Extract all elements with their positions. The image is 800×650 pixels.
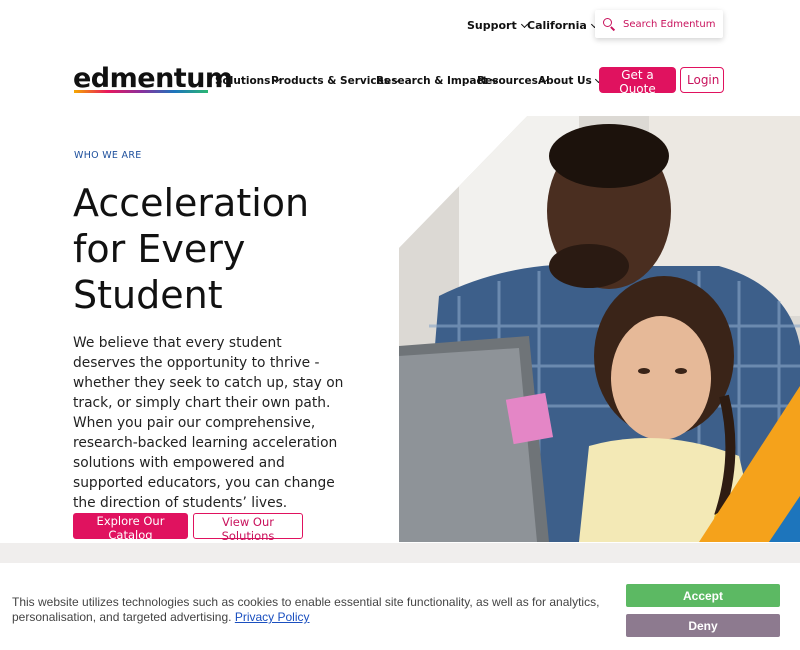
support-label: Support bbox=[467, 19, 517, 32]
explore-catalog-button[interactable]: Explore Our Catalog bbox=[73, 513, 188, 542]
nav-label: About Us bbox=[538, 75, 592, 87]
region-menu[interactable]: California bbox=[527, 19, 598, 32]
hero-photo bbox=[399, 116, 800, 542]
support-menu[interactable]: Support bbox=[467, 19, 528, 32]
privacy-policy-link[interactable]: Privacy Policy bbox=[235, 610, 310, 624]
nav-about-us[interactable]: About Us bbox=[538, 75, 602, 87]
search-input[interactable] bbox=[621, 17, 720, 31]
get-a-quote-button[interactable]: Get a Quote bbox=[599, 67, 676, 96]
nav-label: Resources bbox=[477, 75, 538, 87]
nav-label: Products & Services bbox=[271, 75, 390, 87]
logo-color-bar bbox=[74, 90, 208, 93]
nav-label: Research & Impact bbox=[376, 75, 488, 87]
nav-resources[interactable]: Resources bbox=[477, 75, 548, 87]
nav-solutions[interactable]: Solutions bbox=[215, 75, 281, 87]
edmentum-logo[interactable]: edmentum bbox=[73, 63, 233, 94]
section-divider-band bbox=[0, 543, 800, 563]
region-label: California bbox=[527, 19, 587, 32]
cookie-message: This website utilizes technologies such … bbox=[12, 595, 622, 625]
accept-cookies-button[interactable]: Accept bbox=[626, 584, 780, 607]
nav-label: Solutions bbox=[215, 75, 271, 87]
hero-eyebrow: WHO WE ARE bbox=[74, 150, 142, 161]
search-box[interactable] bbox=[595, 10, 723, 38]
login-button[interactable]: Login bbox=[680, 67, 724, 93]
hero-body: We believe that every student deserves t… bbox=[73, 335, 344, 511]
hero-title: Acceleration for Every Student bbox=[73, 181, 310, 317]
search-icon[interactable] bbox=[603, 18, 615, 30]
view-solutions-button[interactable]: View Our Solutions bbox=[193, 513, 303, 543]
cookie-banner: This website utilizes technologies such … bbox=[0, 563, 800, 650]
deny-cookies-button[interactable]: Deny bbox=[626, 614, 780, 637]
